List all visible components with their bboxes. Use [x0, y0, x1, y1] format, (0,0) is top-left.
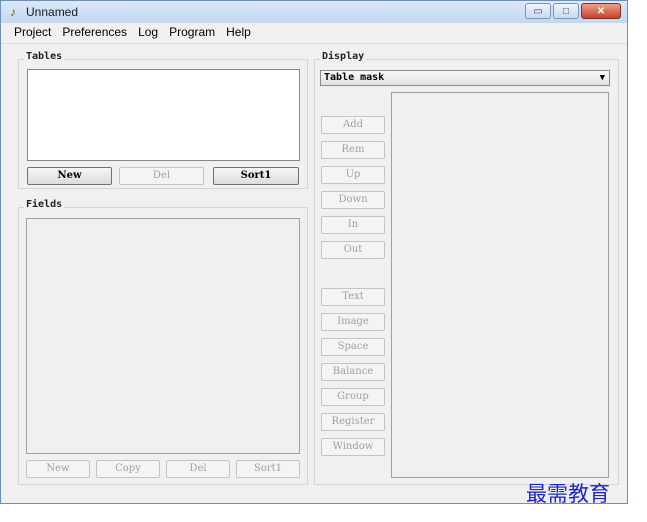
minimize-button[interactable]: ▭ — [525, 3, 551, 19]
tables-del-button[interactable]: Del — [119, 167, 204, 185]
fields-label: Fields — [24, 199, 65, 210]
fields-sort-button[interactable]: Sort1 — [236, 460, 300, 478]
display-in-button[interactable]: In — [321, 216, 385, 234]
display-balance-button[interactable]: Balance — [321, 363, 385, 381]
display-space-button[interactable]: Space — [321, 338, 385, 356]
display-preview-panel[interactable] — [391, 92, 609, 478]
display-image-button[interactable]: Image — [321, 313, 385, 331]
menu-log[interactable]: Log — [138, 23, 158, 43]
window-title: Unnamed — [26, 5, 79, 19]
watermark-text: 最需教育 — [526, 482, 610, 506]
menu-preferences[interactable]: Preferences — [62, 23, 127, 43]
display-add-button[interactable]: Add — [321, 116, 385, 134]
tables-new-button[interactable]: New — [27, 167, 112, 185]
menu-help[interactable]: Help — [226, 23, 251, 43]
fields-new-button[interactable]: New — [26, 460, 90, 478]
tables-list[interactable] — [27, 69, 300, 161]
display-text-button[interactable]: Text — [321, 288, 385, 306]
display-window-button[interactable]: Window — [321, 438, 385, 456]
fields-list[interactable] — [26, 218, 300, 454]
app-icon: ♪ — [10, 5, 16, 19]
tables-sort-button[interactable]: Sort1 — [213, 167, 299, 185]
menu-bar: Project Preferences Log Program Help — [1, 23, 627, 44]
display-mode-value: Table mask — [324, 72, 385, 83]
fields-copy-button[interactable]: Copy — [96, 460, 160, 478]
tables-label: Tables — [24, 51, 65, 62]
close-button[interactable]: ✕ — [581, 3, 621, 19]
display-rem-button[interactable]: Rem — [321, 141, 385, 159]
main-window: ♪ Unnamed ▭ □ ✕ Project Preferences Log … — [0, 0, 628, 504]
fields-del-button[interactable]: Del — [166, 460, 230, 478]
title-bar[interactable]: ♪ Unnamed ▭ □ ✕ — [1, 1, 627, 23]
display-up-button[interactable]: Up — [321, 166, 385, 184]
menu-program[interactable]: Program — [169, 23, 215, 43]
display-mode-select[interactable]: Table mask ▼ — [320, 70, 610, 86]
maximize-button[interactable]: □ — [553, 3, 579, 19]
display-out-button[interactable]: Out — [321, 241, 385, 259]
display-down-button[interactable]: Down — [321, 191, 385, 209]
display-label: Display — [320, 51, 367, 62]
menu-project[interactable]: Project — [14, 23, 51, 43]
display-group-button[interactable]: Group — [321, 388, 385, 406]
chevron-down-icon: ▼ — [599, 73, 605, 83]
display-register-button[interactable]: Register — [321, 413, 385, 431]
